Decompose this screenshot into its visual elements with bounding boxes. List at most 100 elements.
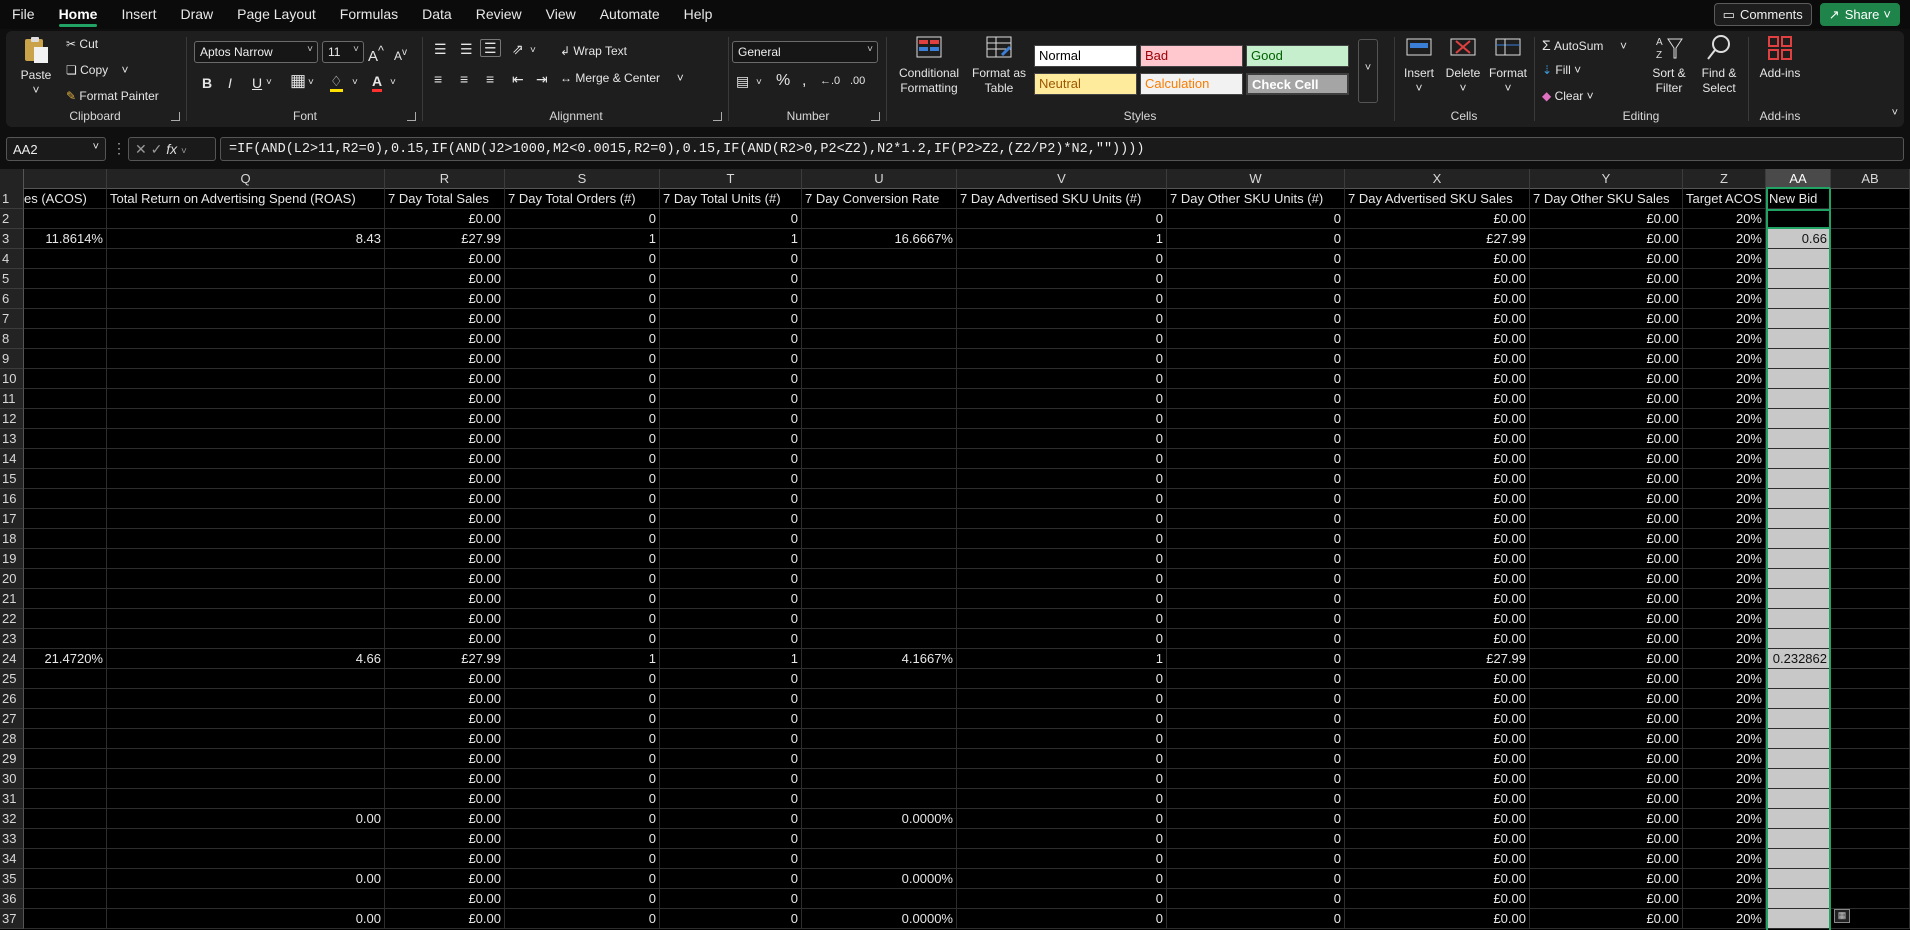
cell-x[interactable]: £0.00 <box>1345 709 1530 729</box>
cell-empty[interactable] <box>1831 769 1910 789</box>
name-box[interactable]: AA2 ˅ <box>6 137 106 161</box>
cell-empty[interactable] <box>1831 649 1910 669</box>
cell-v[interactable]: 0 <box>957 609 1167 629</box>
comma-icon[interactable]: , <box>802 73 806 89</box>
cell-t[interactable]: 0 <box>660 769 802 789</box>
cell-y[interactable]: £0.00 <box>1530 349 1683 369</box>
cell-x[interactable]: £0.00 <box>1345 409 1530 429</box>
column-title[interactable]: 7 Day Advertised SKU Units (#) <box>957 189 1167 209</box>
cell-aa[interactable] <box>1766 569 1831 589</box>
fill-button[interactable]: ⇣ Fill ˅ <box>1542 63 1581 77</box>
cell-z[interactable]: 20% <box>1683 409 1766 429</box>
cell-z[interactable]: 20% <box>1683 909 1766 929</box>
cell-q[interactable] <box>107 309 385 329</box>
align-center-icon[interactable]: ≡ <box>460 71 468 87</box>
cell-t[interactable]: 0 <box>660 909 802 929</box>
cell-t[interactable]: 0 <box>660 789 802 809</box>
cell-aa[interactable] <box>1766 689 1831 709</box>
style-check-cell[interactable]: Check Cell <box>1246 73 1349 95</box>
cell-u[interactable] <box>802 409 957 429</box>
cell-r[interactable]: £0.00 <box>385 609 505 629</box>
addins-button[interactable]: Add-ins <box>1754 33 1806 81</box>
cell-q[interactable] <box>107 509 385 529</box>
cell-z[interactable]: 20% <box>1683 309 1766 329</box>
cell-empty[interactable] <box>1831 309 1910 329</box>
cell-t[interactable]: 0 <box>660 489 802 509</box>
cell-s[interactable]: 0 <box>505 529 660 549</box>
cell-empty[interactable] <box>1831 509 1910 529</box>
cell-u[interactable] <box>802 529 957 549</box>
cell-t[interactable]: 0 <box>660 849 802 869</box>
increase-decimal-icon[interactable]: ←.0 <box>820 73 840 89</box>
cell-s[interactable]: 0 <box>505 709 660 729</box>
cell-y[interactable]: £0.00 <box>1530 729 1683 749</box>
chevron-down-icon[interactable]: ˅ <box>756 75 762 91</box>
cell-w[interactable]: 0 <box>1167 749 1345 769</box>
currency-icon[interactable]: ▤ <box>736 73 749 89</box>
cell-aa[interactable] <box>1766 789 1831 809</box>
cell-p[interactable] <box>24 209 107 229</box>
cell-r[interactable]: £27.99 <box>385 649 505 669</box>
cell-y[interactable]: £0.00 <box>1530 469 1683 489</box>
cell-aa[interactable]: 0.232862 <box>1766 649 1831 669</box>
cell-y[interactable]: £0.00 <box>1530 809 1683 829</box>
cell-z[interactable]: 20% <box>1683 649 1766 669</box>
cell-x[interactable]: £27.99 <box>1345 649 1530 669</box>
format-painter-button[interactable]: ✎ Format Painter <box>66 89 159 103</box>
cell-empty[interactable] <box>1831 749 1910 769</box>
column-header-r[interactable]: R <box>385 169 505 189</box>
cell-x[interactable]: £0.00 <box>1345 209 1530 229</box>
cell-v[interactable]: 0 <box>957 489 1167 509</box>
cell-z[interactable]: 20% <box>1683 849 1766 869</box>
cell-u[interactable] <box>802 769 957 789</box>
cell-empty[interactable] <box>1831 209 1910 229</box>
cell-empty[interactable] <box>1831 829 1910 849</box>
cell-t[interactable]: 0 <box>660 749 802 769</box>
cell-aa[interactable] <box>1766 769 1831 789</box>
cell-r[interactable]: £0.00 <box>385 429 505 449</box>
number-format-select[interactable]: General ˅ <box>732 41 878 63</box>
cell-s[interactable]: 0 <box>505 609 660 629</box>
cell-r[interactable]: £0.00 <box>385 829 505 849</box>
cell-v[interactable]: 0 <box>957 369 1167 389</box>
menu-data[interactable]: Data <box>410 0 464 29</box>
cell-t[interactable]: 0 <box>660 309 802 329</box>
cell-aa[interactable] <box>1766 349 1831 369</box>
cell-w[interactable]: 0 <box>1167 909 1345 929</box>
row-header[interactable]: 17 <box>0 509 24 529</box>
row-header[interactable]: 3 <box>0 229 24 249</box>
cell-t[interactable]: 0 <box>660 669 802 689</box>
menu-draw[interactable]: Draw <box>168 0 225 29</box>
column-title[interactable]: es (ACOS) <box>24 189 107 209</box>
cell-y[interactable]: £0.00 <box>1530 389 1683 409</box>
column-header-v[interactable]: V <box>957 169 1167 189</box>
cell-t[interactable]: 0 <box>660 609 802 629</box>
align-left-icon[interactable]: ≡ <box>434 71 442 87</box>
cell-w[interactable]: 0 <box>1167 489 1345 509</box>
row-header[interactable]: 25 <box>0 669 24 689</box>
column-header-z[interactable]: Z <box>1683 169 1766 189</box>
row-header[interactable]: 2 <box>0 209 24 229</box>
cell-w[interactable]: 0 <box>1167 809 1345 829</box>
cell-y[interactable]: £0.00 <box>1530 449 1683 469</box>
row-header[interactable]: 36 <box>0 889 24 909</box>
cell-v[interactable]: 0 <box>957 289 1167 309</box>
bold-button[interactable]: B <box>202 75 212 91</box>
cell-empty[interactable] <box>1831 629 1910 649</box>
cell-u[interactable] <box>802 369 957 389</box>
chevron-down-icon[interactable]: ˅ <box>390 75 396 91</box>
underline-button[interactable]: U <box>252 75 262 91</box>
cell-r[interactable]: £0.00 <box>385 669 505 689</box>
cell-q[interactable]: 0.00 <box>107 909 385 929</box>
cell-p[interactable] <box>24 849 107 869</box>
cell-p[interactable] <box>24 449 107 469</box>
chevron-down-icon[interactable]: ˅ <box>352 75 358 91</box>
cell-t[interactable]: 0 <box>660 829 802 849</box>
cell-t[interactable]: 0 <box>660 689 802 709</box>
copy-button[interactable]: ❏ Copy ˅ <box>66 63 128 77</box>
cell-aa[interactable] <box>1766 269 1831 289</box>
cell-w[interactable]: 0 <box>1167 289 1345 309</box>
chevron-down-icon[interactable]: ˅ <box>266 75 272 91</box>
cell-aa[interactable] <box>1766 549 1831 569</box>
cell-x[interactable]: £0.00 <box>1345 789 1530 809</box>
